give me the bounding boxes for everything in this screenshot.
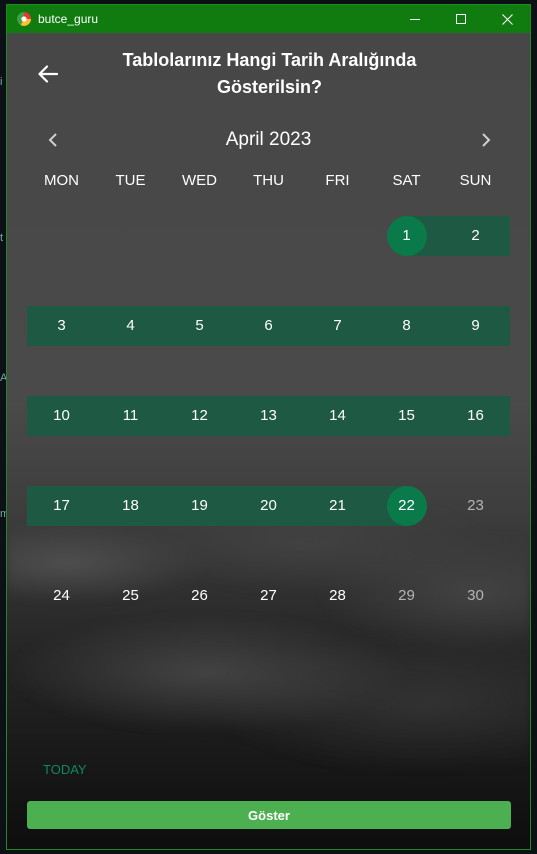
calendar-day[interactable]: 24: [42, 576, 82, 616]
app-window: butce_guru Tablolarınız Hangi Tarih Aral…: [6, 4, 531, 850]
date-range-picker: Tablolarınız Hangi Tarih Aralığında Göst…: [7, 33, 530, 849]
calendar-day[interactable]: 27: [249, 576, 289, 616]
calendar-day[interactable]: 2: [456, 216, 496, 256]
weekday-label: FRI: [325, 172, 350, 189]
calendar-day[interactable]: 26: [180, 576, 220, 616]
calendar-day[interactable]: 16: [456, 396, 496, 436]
calendar-day[interactable]: 19: [180, 486, 220, 526]
calendar-day[interactable]: 25: [111, 576, 151, 616]
weekday-label: TUE: [115, 172, 146, 189]
calendar-day[interactable]: 30: [456, 576, 496, 616]
submit-button[interactable]: Göster: [27, 801, 511, 829]
today-button[interactable]: TODAY: [43, 762, 87, 777]
calendar-day[interactable]: 10: [42, 396, 82, 436]
calendar-day[interactable]: 7: [318, 306, 358, 346]
calendar-day[interactable]: 5: [180, 306, 220, 346]
calendar-day[interactable]: 13: [249, 396, 289, 436]
calendar-day[interactable]: 14: [318, 396, 358, 436]
month-label: April 2023: [225, 129, 312, 150]
minimize-icon[interactable]: [392, 5, 438, 33]
chevron-right-icon[interactable]: [473, 127, 499, 153]
window-title: butce_guru: [38, 12, 99, 26]
calendar-day[interactable]: 11: [111, 396, 151, 436]
calendar-day[interactable]: 23: [456, 486, 496, 526]
title-bar: butce_guru: [7, 5, 530, 33]
month-navigation: April 2023: [7, 123, 530, 157]
calendar-day[interactable]: 9: [456, 306, 496, 346]
weekday-label: SUN: [459, 172, 492, 189]
calendar-day[interactable]: 28: [318, 576, 358, 616]
weekday-label: THU: [253, 172, 284, 189]
page-title: Tablolarınız Hangi Tarih Aralığında Göst…: [122, 50, 417, 97]
calendar-day[interactable]: 18: [111, 486, 151, 526]
app-logo-icon: [16, 11, 32, 27]
calendar-day[interactable]: 29: [387, 576, 427, 616]
background-landscape: [7, 503, 530, 849]
calendar-day[interactable]: 3: [42, 306, 82, 346]
calendar-day[interactable]: 15: [387, 396, 427, 436]
weekday-label: SAT: [392, 172, 421, 189]
maximize-icon[interactable]: [438, 5, 484, 33]
calendar-day[interactable]: 20: [249, 486, 289, 526]
calendar-day[interactable]: 6: [249, 306, 289, 346]
close-icon[interactable]: [484, 5, 530, 33]
calendar-day[interactable]: 8: [387, 306, 427, 346]
calendar-day[interactable]: 12: [180, 396, 220, 436]
calendar-day[interactable]: 4: [111, 306, 151, 346]
calendar-day[interactable]: 22: [386, 486, 427, 526]
weekday-label: MON: [44, 172, 79, 189]
calendar-day[interactable]: 21: [318, 486, 358, 526]
calendar-day[interactable]: 1: [386, 216, 427, 256]
arrow-left-icon[interactable]: [33, 59, 63, 89]
calendar-day[interactable]: 17: [42, 486, 82, 526]
weekday-label: WED: [182, 172, 217, 189]
